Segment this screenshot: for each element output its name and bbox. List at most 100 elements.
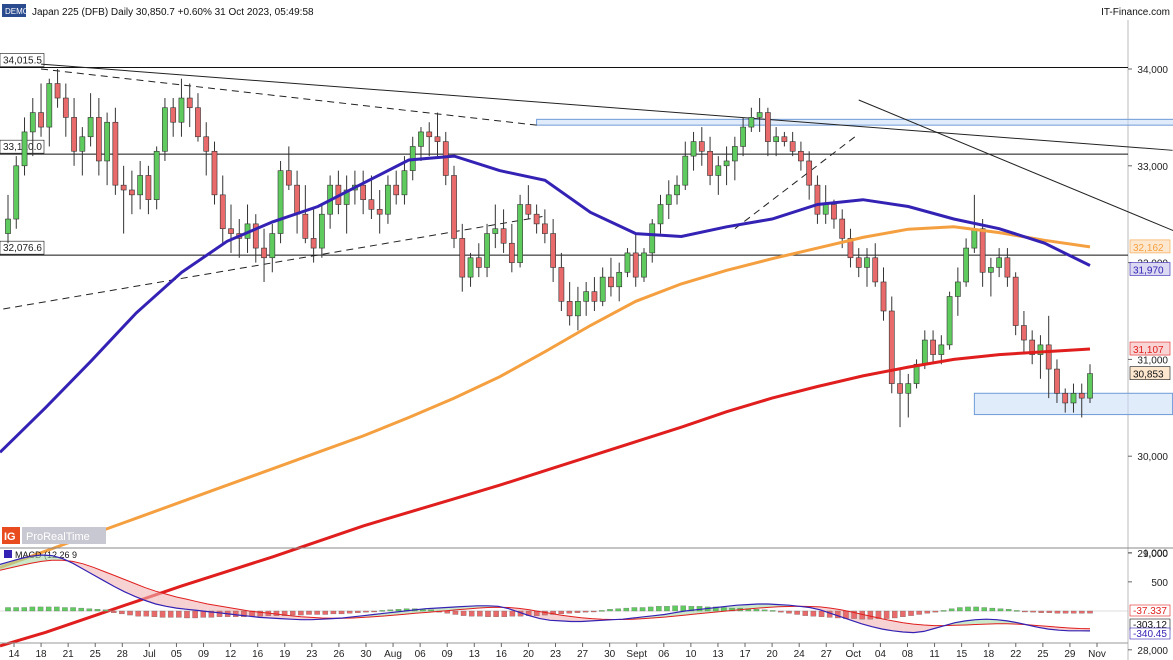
x-tick-label: Jul	[143, 649, 156, 660]
candle-body	[62, 97, 69, 118]
candle-body	[831, 204, 837, 220]
macd-histogram-bar	[306, 610, 312, 615]
macd-histogram-bar	[216, 610, 223, 617]
candle-body	[591, 291, 598, 302]
x-tick-label: 28	[117, 649, 129, 660]
macd-histogram-bar	[680, 605, 686, 612]
candle-body	[21, 131, 28, 167]
candle	[888, 296, 895, 394]
candle-body	[162, 107, 168, 152]
candle	[153, 146, 160, 210]
candle-body	[1070, 392, 1077, 404]
macd-histogram-bar	[200, 610, 207, 618]
candle-body	[888, 310, 895, 384]
candle	[13, 156, 20, 229]
candle-body	[112, 121, 119, 186]
macd-histogram-bar	[1038, 610, 1044, 613]
macd-histogram-bar	[167, 610, 174, 618]
candle-body	[120, 184, 127, 191]
macd-histogram-bar	[387, 609, 394, 612]
macd-histogram-bar	[102, 609, 109, 612]
candle-body	[211, 150, 218, 196]
macd-histogram-bar	[664, 606, 670, 612]
x-tick-label: 13	[469, 649, 481, 660]
macd-histogram-bar	[273, 610, 280, 616]
candle-body	[698, 141, 705, 152]
right-value-label: 31,107	[1133, 345, 1164, 356]
macd-histogram-bar	[86, 608, 93, 612]
candle-body	[789, 141, 796, 152]
candle-body	[153, 150, 160, 200]
candle-body	[434, 136, 441, 142]
x-tick-label: Nov	[1088, 649, 1106, 660]
y-axis: 28,00029,00030,00031,00032,00033,00034,0…	[1127, 20, 1168, 660]
macd-histogram-bar	[965, 606, 971, 612]
macd-histogram-bar	[647, 606, 654, 612]
x-tick-label: Aug	[384, 649, 402, 660]
macd-histogram-bar	[891, 610, 898, 619]
macd-histogram-bar	[346, 610, 353, 614]
x-tick-label: Oct	[846, 649, 862, 660]
price-pane: 28,00029,00030,00031,00032,00033,00034,0…	[0, 20, 1173, 660]
candle-body	[946, 296, 953, 346]
macd-histogram-bar	[45, 606, 52, 612]
macd-histogram-bar	[786, 610, 792, 614]
macd-histogram-bar	[29, 606, 36, 612]
candle-body	[930, 339, 936, 355]
macd-histogram-bar	[322, 610, 329, 615]
candle-body	[814, 184, 821, 215]
candle-body	[426, 131, 433, 138]
candle-body	[87, 117, 94, 138]
macd-histogram-bar	[501, 610, 508, 617]
chart-canvas: DEMO Japan 225 (DFB) Daily 30,850.7 +0.6…	[0, 4, 1173, 660]
macd-histogram-bar	[70, 607, 76, 612]
macd-histogram-bar	[119, 610, 125, 615]
macd-pane: MACD (12 26 9 1,000500 -37.337-303.12-34…	[0, 547, 1173, 640]
x-tick-label: 09	[198, 649, 210, 660]
macd-histogram-bar	[615, 608, 621, 612]
candle-body	[95, 117, 102, 162]
candle-body	[475, 257, 482, 268]
macd-histogram-bar	[176, 610, 182, 618]
candle-body	[723, 160, 730, 167]
candle-body	[129, 189, 135, 196]
x-tick-label: 26	[333, 649, 345, 660]
x-tick-label: 11	[929, 649, 940, 660]
macd-histogram-bar	[468, 610, 475, 617]
macd-histogram-bar	[289, 610, 296, 616]
candle-body	[608, 276, 614, 288]
y-tick-label: 28,000	[1137, 646, 1168, 657]
candle-body	[195, 107, 201, 138]
macd-histogram-bar	[184, 610, 190, 619]
candle-body	[715, 165, 722, 176]
macd-histogram-bar	[62, 607, 68, 612]
x-tick-label: 15	[956, 649, 968, 660]
candle-body	[533, 213, 540, 225]
candle-body	[484, 233, 490, 268]
macd-histogram-bar	[111, 610, 117, 613]
price-level-label: 34,015.5	[3, 55, 42, 66]
candle-body	[203, 136, 210, 152]
y-tick-label: 31,000	[1137, 355, 1168, 366]
candle-body	[525, 204, 532, 215]
macd-histogram-bar	[1054, 610, 1061, 614]
candle-body	[996, 257, 1003, 268]
macd-histogram-bar	[558, 610, 564, 615]
macd-histogram-bar	[818, 610, 825, 617]
candle	[211, 141, 218, 205]
macd-histogram-bar	[1014, 610, 1020, 612]
candle-body	[228, 228, 234, 234]
right-value-label: 31,970	[1133, 266, 1164, 277]
macd-histogram-bar	[477, 610, 483, 617]
candle-body	[542, 223, 548, 234]
macd-histogram-bar	[940, 610, 947, 612]
macd-histogram-bar	[769, 610, 776, 612]
candle-body	[806, 160, 813, 186]
x-tick-label: 14	[8, 649, 20, 660]
macd-histogram-bar	[810, 610, 817, 617]
macd-histogram-bar	[1030, 610, 1036, 613]
x-tick-label: 10	[685, 649, 697, 660]
candle-body	[29, 112, 36, 133]
candle-body	[393, 184, 400, 196]
macd-histogram-bar	[13, 607, 19, 612]
